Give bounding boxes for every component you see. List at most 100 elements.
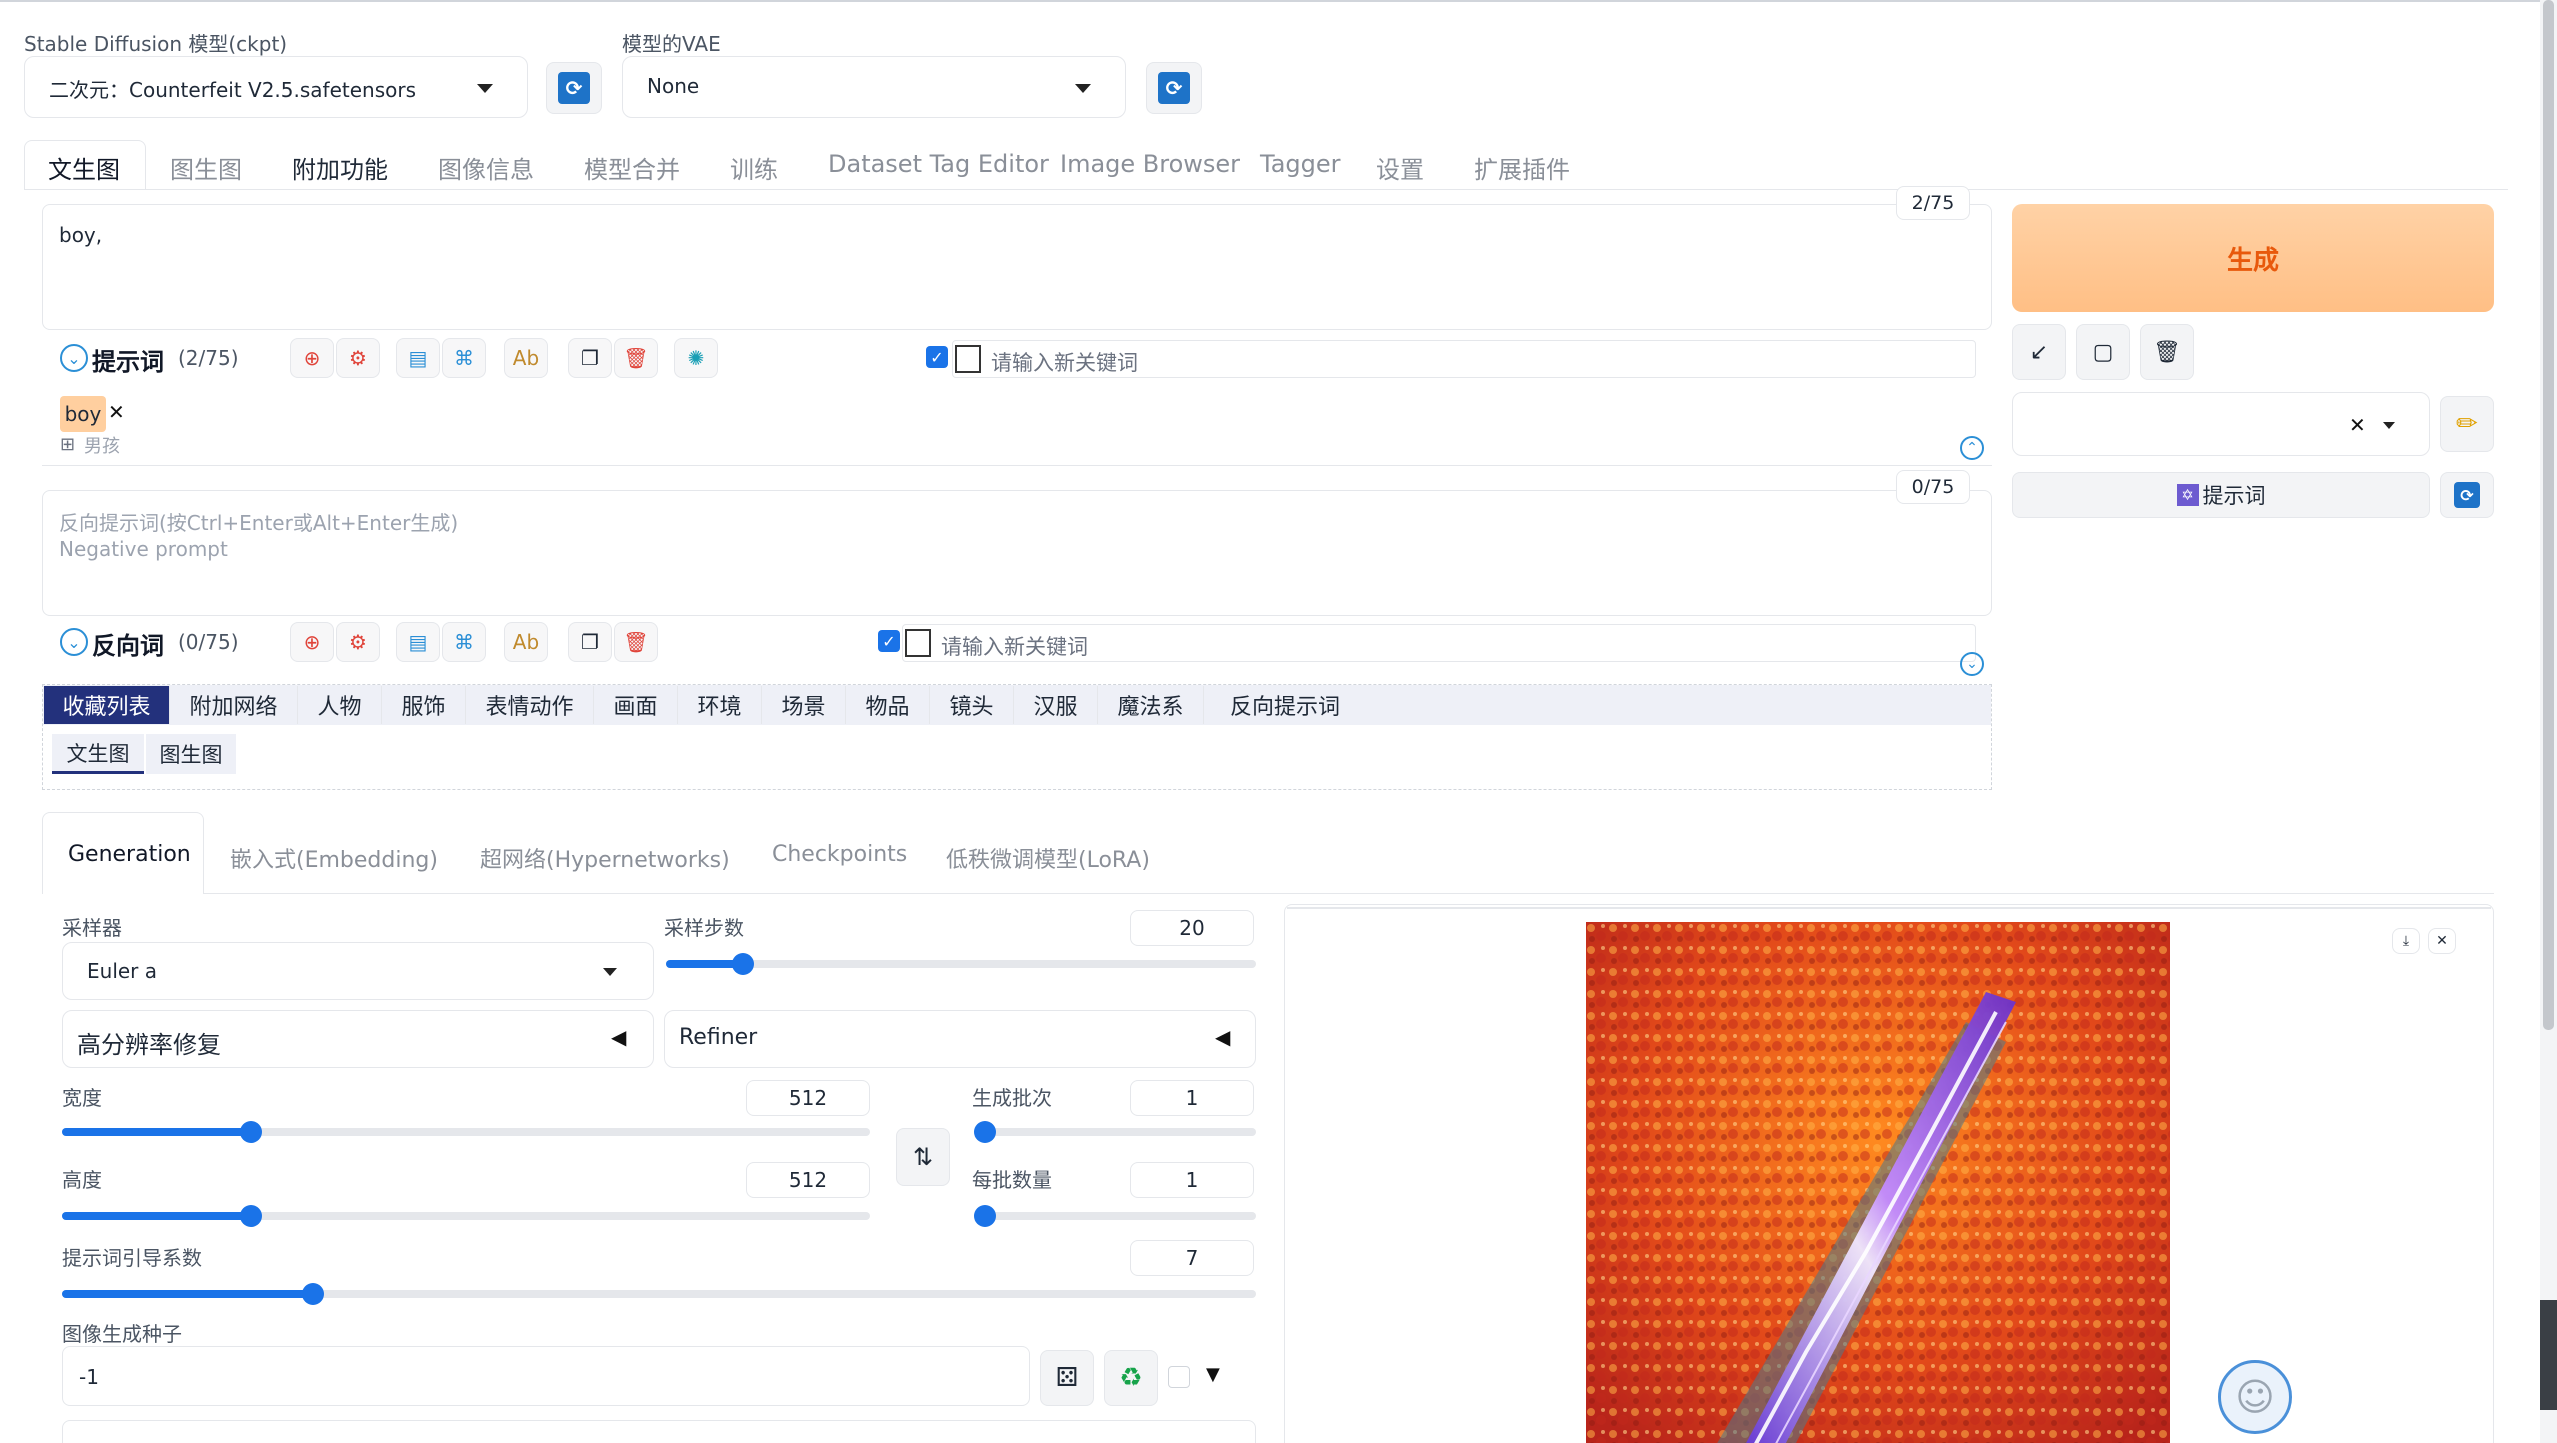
keyword-checkbox[interactable]: ✓ — [878, 630, 900, 652]
keyword-checkbox[interactable]: ✓ — [926, 346, 948, 368]
category-scene-style[interactable]: 画面 — [594, 686, 678, 724]
collapse-icon[interactable]: ⌄ — [60, 344, 88, 372]
batch-count-input[interactable]: 1 — [1130, 1080, 1254, 1116]
gen-tab-lora[interactable]: 低秩微调模型(LoRA) — [946, 842, 1150, 874]
category-people[interactable]: 人物 — [298, 686, 382, 724]
gen-tab-generation[interactable]: Generation — [68, 842, 191, 867]
clear-icon[interactable]: ✕ — [2349, 413, 2366, 437]
tab-png-info[interactable]: 图像信息 — [438, 150, 534, 185]
chevron-up-icon[interactable]: ⌃ — [1960, 436, 1984, 460]
vae-dropdown[interactable]: None — [622, 56, 1126, 118]
copy-icon[interactable]: ❐ — [568, 338, 612, 378]
tab-image-browser[interactable]: Image Browser — [1060, 150, 1240, 178]
negative-keyword-input[interactable]: 请输入新关键词 — [902, 624, 1976, 662]
trash-icon[interactable]: 🗑 — [614, 622, 658, 662]
tab-extensions[interactable]: 扩展插件 — [1474, 150, 1570, 185]
slider-thumb[interactable] — [302, 1283, 324, 1305]
prompt-textarea[interactable]: boy, — [42, 204, 1992, 330]
prompt-tag[interactable]: boy — [60, 396, 106, 432]
generate-button[interactable]: 生成 — [2012, 204, 2494, 312]
swap-dimensions-icon[interactable]: ⇅ — [896, 1128, 950, 1186]
assistant-robot-icon[interactable]: ☺ — [2218, 1360, 2292, 1434]
text-format-icon[interactable]: Ab — [504, 622, 548, 662]
subtab-img2img[interactable]: 图生图 — [146, 734, 236, 774]
recycle-icon[interactable]: ♻ — [1104, 1350, 1158, 1406]
batch-count-slider[interactable] — [974, 1121, 1256, 1143]
refiner-accordion[interactable]: Refiner ◀ — [664, 1010, 1256, 1068]
chevron-down-icon[interactable]: ⌄ — [1960, 652, 1984, 676]
history-icon[interactable]: ▤ — [396, 622, 440, 662]
batch-size-slider[interactable] — [974, 1205, 1256, 1227]
tab-tagger[interactable]: Tagger — [1260, 150, 1341, 178]
width-input[interactable]: 512 — [746, 1080, 870, 1116]
height-input[interactable]: 512 — [746, 1162, 870, 1198]
square-icon[interactable]: ▢ — [2076, 324, 2130, 380]
category-clothing[interactable]: 服饰 — [382, 686, 466, 724]
slider-thumb[interactable] — [974, 1121, 996, 1143]
bookmark-icon[interactable]: ⌘ — [442, 338, 486, 378]
keyword-input[interactable]: 请输入新关键词 — [952, 340, 1976, 378]
refresh-vae-button[interactable]: ⟳ — [1146, 62, 1202, 114]
category-favorites[interactable]: 收藏列表 — [44, 686, 170, 724]
trash-icon[interactable]: 🗑 — [2140, 324, 2194, 380]
slider-thumb[interactable] — [240, 1121, 262, 1143]
tab-dataset-tag-editor[interactable]: Dataset Tag Editor — [828, 150, 1049, 178]
copy-icon[interactable]: ❐ — [568, 622, 612, 662]
category-items[interactable]: 物品 — [846, 686, 930, 724]
ai-icon[interactable]: ✺ — [674, 338, 718, 378]
category-negative[interactable]: 反向提示词 — [1204, 686, 1366, 724]
tab-merge[interactable]: 模型合并 — [584, 150, 680, 185]
scrollbar-thumb[interactable] — [2543, 0, 2554, 1030]
category-environment[interactable]: 环境 — [678, 686, 762, 724]
gen-tab-checkpoints[interactable]: Checkpoints — [772, 842, 907, 867]
extra-seed-checkbox[interactable] — [1168, 1366, 1190, 1388]
remove-tag-icon[interactable]: ✕ — [108, 400, 125, 424]
sampler-dropdown[interactable]: Euler a — [62, 942, 654, 1000]
batch-size-input[interactable]: 1 — [1130, 1162, 1254, 1198]
text-format-icon[interactable]: Ab — [504, 338, 548, 378]
tab-img2img[interactable]: 图生图 — [170, 150, 242, 185]
translate-icon[interactable]: ⊕ — [290, 622, 334, 662]
negative-prompt-textarea[interactable]: 反向提示词(按Ctrl+Enter或Alt+Enter生成) Negative … — [42, 490, 1992, 616]
history-icon[interactable]: ▤ — [396, 338, 440, 378]
category-extra-networks[interactable]: 附加网络 — [170, 686, 298, 724]
slider-thumb[interactable] — [240, 1205, 262, 1227]
refresh-ckpt-button[interactable]: ⟳ — [546, 62, 602, 114]
height-slider[interactable] — [62, 1205, 870, 1227]
style-dropdown[interactable]: ✕ — [2012, 392, 2430, 456]
gen-tab-hypernetworks[interactable]: 超网络(Hypernetworks) — [480, 842, 730, 874]
subtab-txt2img[interactable]: 文生图 — [52, 734, 144, 774]
expand-triangle-icon[interactable]: ▼ — [1206, 1364, 1220, 1385]
gear-icon[interactable]: ⚙ — [336, 622, 380, 662]
ckpt-dropdown[interactable]: 二次元：Counterfeit V2.5.safetensors — [24, 56, 528, 118]
tab-txt2img[interactable]: 文生图 — [48, 150, 120, 185]
category-expression[interactable]: 表情动作 — [466, 686, 594, 724]
gear-icon[interactable]: ⚙ — [336, 338, 380, 378]
steps-input[interactable]: 20 — [1130, 910, 1254, 946]
seed-input[interactable]: -1 — [62, 1346, 1030, 1406]
tab-settings[interactable]: 设置 — [1376, 150, 1424, 185]
trash-icon[interactable]: 🗑 — [614, 338, 658, 378]
collapse-icon[interactable]: ⌄ — [60, 628, 88, 656]
cfg-slider[interactable] — [62, 1283, 1256, 1305]
slider-thumb[interactable] — [974, 1205, 996, 1227]
download-icon[interactable]: ⤓ — [2392, 928, 2420, 954]
category-scene[interactable]: 场景 — [762, 686, 846, 724]
category-hanfu[interactable]: 汉服 — [1014, 686, 1098, 724]
arrow-icon[interactable]: ↙ — [2012, 324, 2066, 380]
translate-icon[interactable]: ⊕ — [290, 338, 334, 378]
category-camera[interactable]: 镜头 — [930, 686, 1014, 724]
generated-image[interactable] — [1586, 922, 2170, 1443]
category-magic[interactable]: 魔法系 — [1098, 686, 1204, 724]
pencil-icon[interactable]: ✏ — [2440, 396, 2494, 452]
tab-extras[interactable]: 附加功能 — [292, 150, 388, 185]
slider-thumb[interactable] — [732, 953, 754, 975]
prompt-button[interactable]: ✡ 提示词 — [2012, 472, 2430, 518]
refresh-styles-button[interactable]: ⟳ — [2440, 472, 2494, 518]
width-slider[interactable] — [62, 1121, 870, 1143]
gen-tab-embedding[interactable]: 嵌入式(Embedding) — [230, 842, 438, 874]
bookmark-icon[interactable]: ⌘ — [442, 622, 486, 662]
cfg-input[interactable]: 7 — [1130, 1240, 1254, 1276]
dice-icon[interactable]: ⚄ — [1040, 1350, 1094, 1406]
steps-slider[interactable] — [666, 953, 1256, 975]
